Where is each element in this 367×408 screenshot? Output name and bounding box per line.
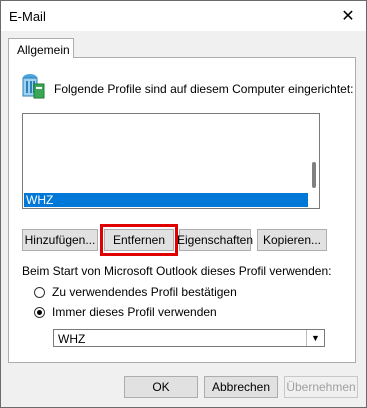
remove-button-highlight [100, 224, 178, 256]
copy-button[interactable]: Kopieren... [257, 229, 327, 251]
radio-button[interactable] [34, 286, 45, 298]
radio-label: Zu verwendendes Profil bestätigen [52, 285, 237, 299]
radio-always-profile[interactable]: Immer dieses Profil verwenden [34, 305, 217, 319]
startup-label: Beim Start von Microsoft Outlook dieses … [22, 264, 332, 278]
window-title: E-Mail [9, 9, 46, 24]
title-bar: E-Mail ✕ [1, 1, 366, 31]
profile-select-value: WHZ [58, 332, 86, 346]
ok-button[interactable]: OK [124, 376, 198, 398]
list-item[interactable]: WHZ [24, 193, 308, 207]
close-icon[interactable]: ✕ [330, 1, 366, 31]
list-scrollbar[interactable] [312, 162, 316, 188]
profiles-heading: Folgende Profile sind auf diesem Compute… [54, 82, 354, 96]
chevron-down-icon[interactable]: ▼ [306, 330, 324, 346]
apply-button[interactable]: Übernehmen [284, 376, 358, 398]
profile-select[interactable]: WHZ ▼ [53, 329, 325, 347]
cancel-button[interactable]: Abbrechen [204, 376, 278, 398]
add-button[interactable]: Hinzufügen... [22, 229, 98, 251]
radio-label: Immer dieses Profil verwenden [52, 305, 217, 319]
properties-button[interactable]: Eigenschaften [177, 229, 253, 251]
profile-icon [22, 74, 45, 99]
tab-allgemein[interactable]: Allgemein [8, 38, 74, 58]
profile-list[interactable]: WHZ [22, 113, 320, 209]
radio-prompt-profile[interactable]: Zu verwendendes Profil bestätigen [34, 285, 237, 299]
radio-button-checked[interactable] [34, 306, 45, 318]
